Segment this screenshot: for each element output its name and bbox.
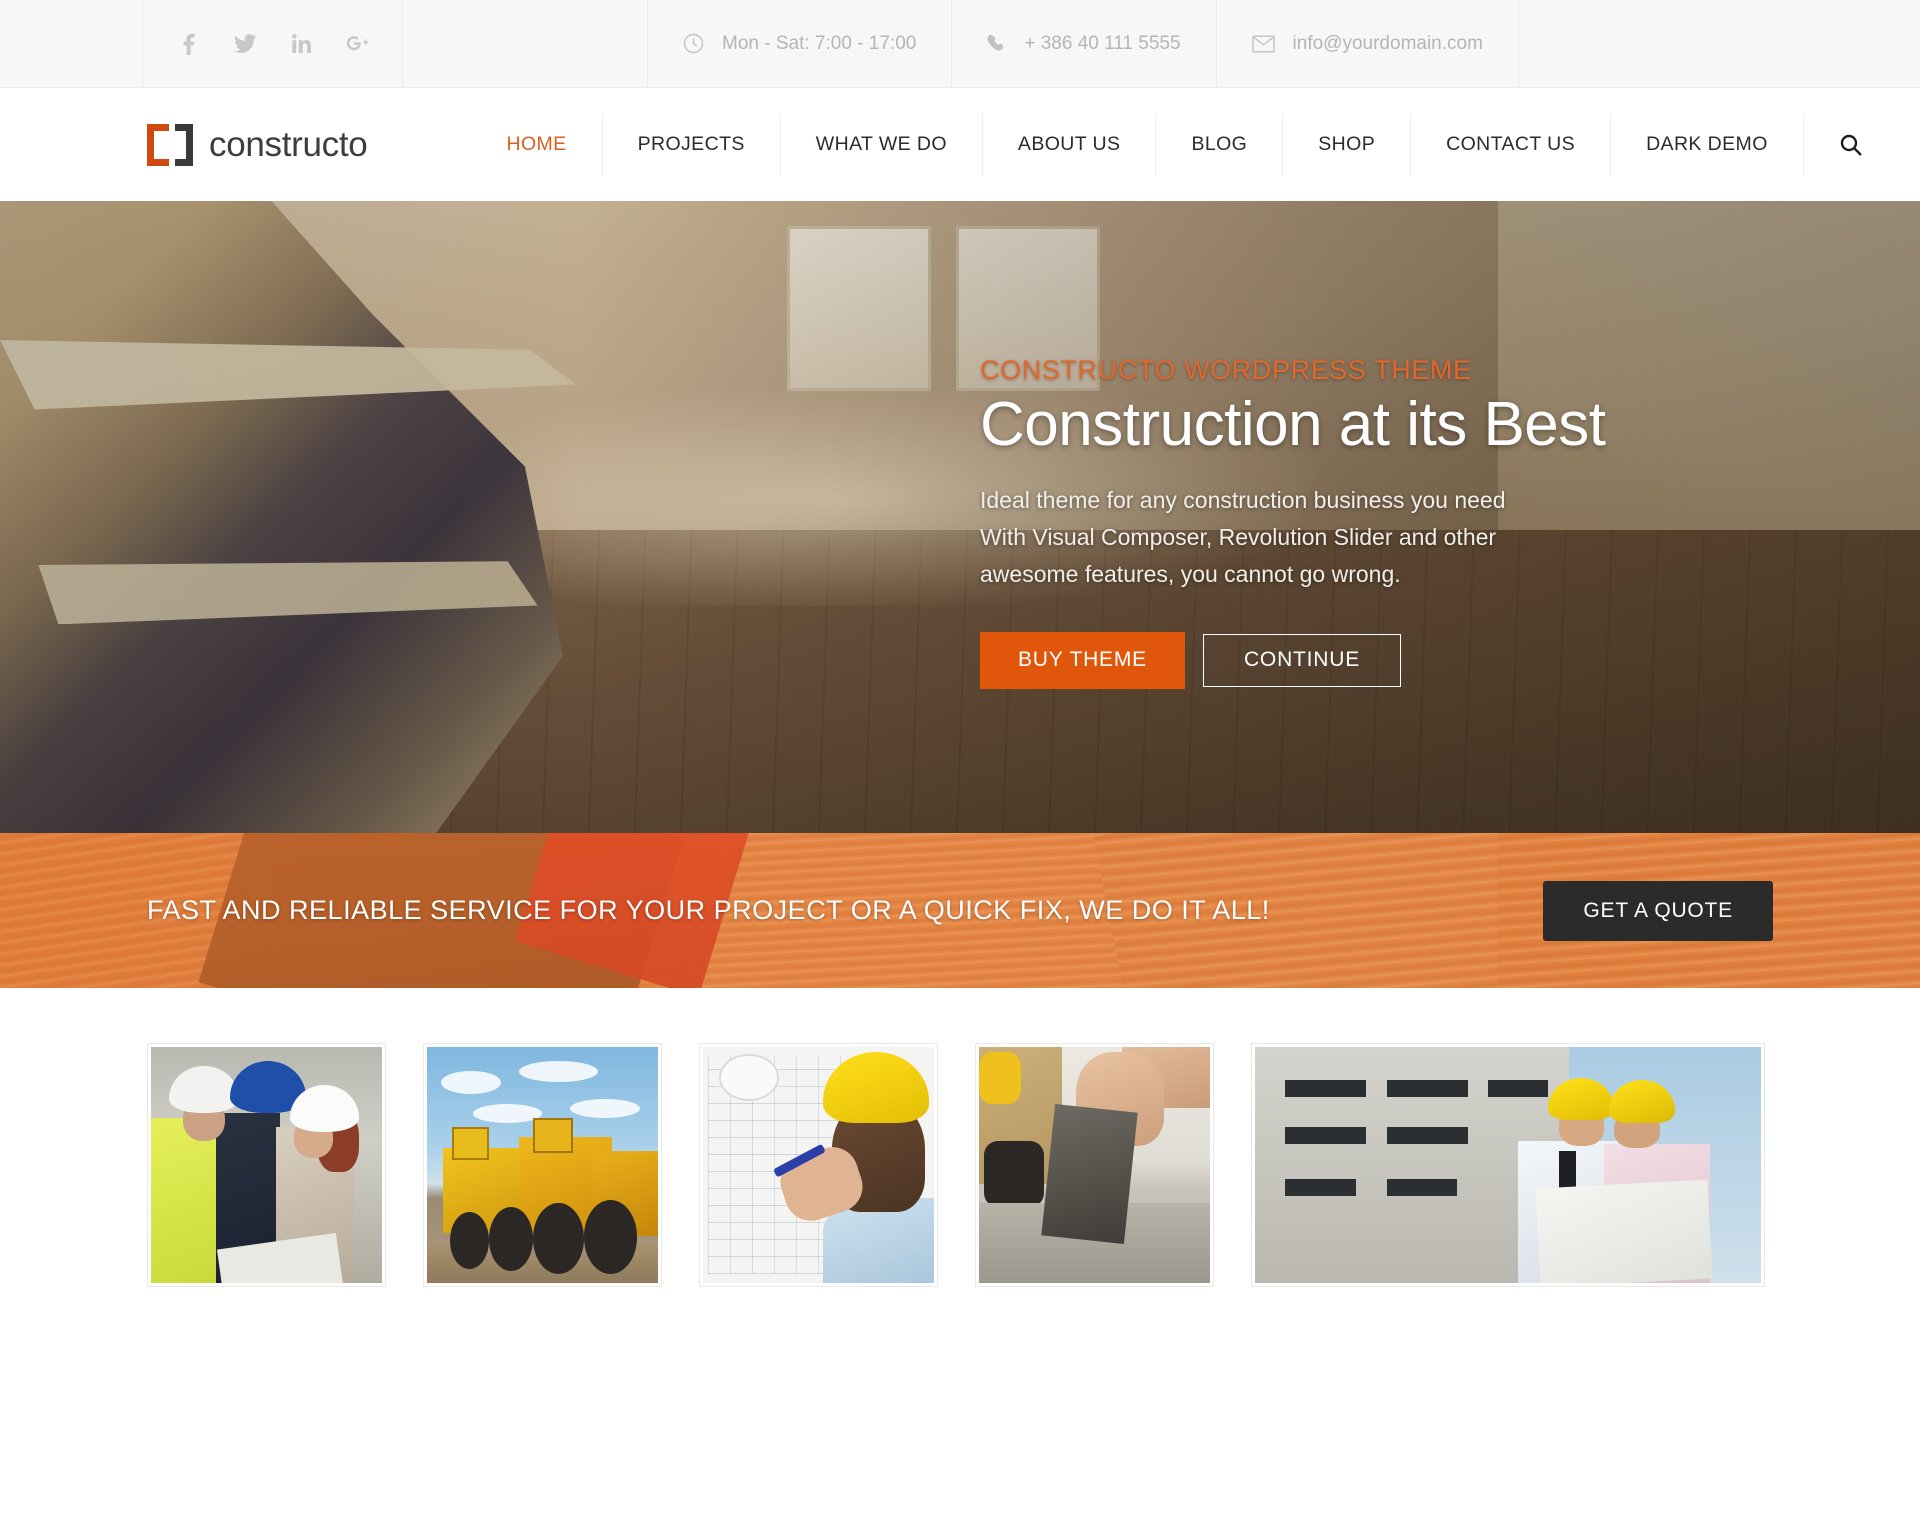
top-bar: Mon - Sat: 7:00 - 17:00 + 386 40 111 555… — [0, 0, 1920, 88]
facebook-icon[interactable] — [178, 31, 200, 57]
top-bar-gap — [403, 0, 648, 87]
buy-theme-button[interactable]: BUY THEME — [980, 631, 1185, 689]
phone-icon — [987, 34, 1006, 53]
nav-item-about-us[interactable]: ABOUT US — [981, 113, 1156, 176]
email-address[interactable]: info@yourdomain.com — [1217, 0, 1519, 87]
gallery-item-concrete-trowel[interactable] — [975, 1043, 1214, 1287]
site-header: constructo HOME PROJECTS WHAT WE DO ABOU… — [0, 88, 1920, 201]
nav-item-home[interactable]: HOME — [471, 114, 601, 176]
nav-item-projects[interactable]: PROJECTS — [601, 113, 780, 176]
gallery-image — [979, 1047, 1210, 1283]
googleplus-icon[interactable] — [346, 31, 368, 57]
hero-slider: CONSTRUCTO WORDPRESS THEME Construction … — [0, 201, 1920, 833]
email-address-text: info@yourdomain.com — [1292, 32, 1483, 54]
gallery-image — [151, 1047, 382, 1283]
top-bar-right-spacer — [1519, 0, 1920, 87]
cta-banner: FAST AND RELIABLE SERVICE FOR YOUR PROJE… — [0, 833, 1920, 988]
gallery-image — [1255, 1047, 1761, 1283]
business-hours: Mon - Sat: 7:00 - 17:00 — [648, 0, 953, 87]
nav-item-contact-us[interactable]: CONTACT US — [1410, 113, 1610, 176]
brackets-logo-icon — [147, 123, 193, 166]
business-hours-text: Mon - Sat: 7:00 - 17:00 — [722, 32, 917, 54]
hero-kicker: CONSTRUCTO WORDPRESS THEME — [980, 355, 1472, 386]
clock-icon — [683, 33, 704, 54]
search-icon[interactable] — [1802, 113, 1894, 176]
hero-buttons: BUY THEME CONTINUE — [980, 631, 1606, 689]
get-a-quote-button[interactable]: GET A QUOTE — [1543, 880, 1773, 941]
gallery-image — [703, 1047, 934, 1283]
gallery-image — [427, 1047, 658, 1283]
gallery-item-heavy-machinery[interactable] — [423, 1043, 662, 1287]
nav-item-shop[interactable]: SHOP — [1282, 113, 1410, 176]
gallery-row — [0, 988, 1920, 1287]
phone-number-text: + 386 40 111 5555 — [1024, 32, 1181, 54]
hero-background-image — [0, 201, 1920, 833]
hero-title: Construction at its Best — [980, 390, 1606, 460]
top-bar-left-spacer — [0, 0, 143, 87]
linkedin-icon[interactable] — [290, 31, 312, 57]
cta-headline: FAST AND RELIABLE SERVICE FOR YOUR PROJE… — [147, 895, 1270, 925]
hero-description: Ideal theme for any construction busines… — [980, 486, 1506, 588]
twitter-icon[interactable] — [234, 31, 256, 57]
logo-text: constructo — [209, 124, 368, 164]
main-navigation: HOME PROJECTS WHAT WE DO ABOUT US BLOG S… — [471, 113, 1894, 176]
nav-item-what-we-do[interactable]: WHAT WE DO — [779, 113, 982, 176]
gallery-item-site-managers[interactable] — [1251, 1043, 1765, 1287]
nav-item-blog[interactable]: BLOG — [1155, 113, 1282, 176]
cta-inner: FAST AND RELIABLE SERVICE FOR YOUR PROJE… — [0, 880, 1920, 941]
continue-button[interactable]: CONTINUE — [1202, 633, 1402, 687]
envelope-icon — [1251, 35, 1275, 53]
gallery-item-blueprint-drafting[interactable] — [699, 1043, 938, 1287]
hero-content: CONSTRUCTO WORDPRESS THEME Construction … — [980, 201, 1606, 833]
social-links — [143, 0, 403, 87]
phone-number[interactable]: + 386 40 111 5555 — [952, 0, 1217, 87]
gallery-item-team-meeting[interactable] — [147, 1043, 386, 1287]
site-logo[interactable]: constructo — [147, 123, 368, 166]
nav-item-dark-demo[interactable]: DARK DEMO — [1610, 113, 1803, 176]
